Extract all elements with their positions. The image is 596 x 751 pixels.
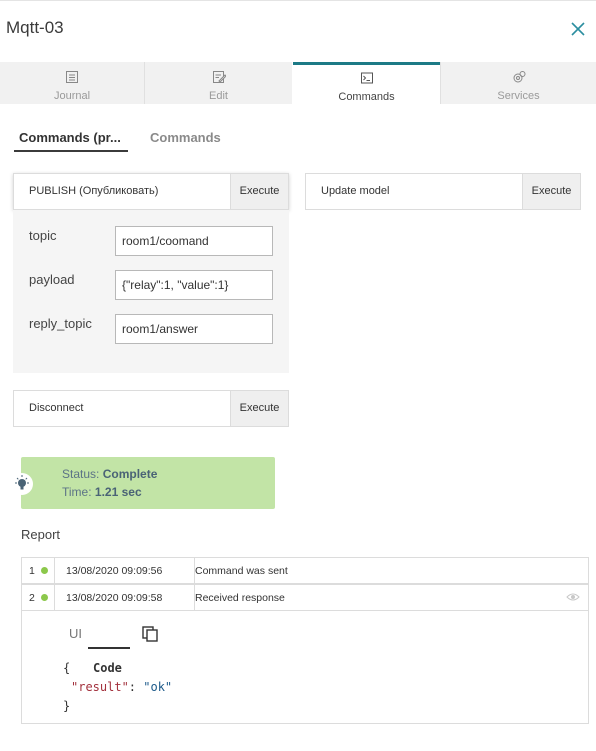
reply-topic-input[interactable]: room1/answer — [115, 314, 273, 344]
code-key: "result" — [71, 680, 129, 694]
row-message: Command was sent — [195, 565, 288, 577]
tab-label: Edit — [209, 90, 228, 102]
tab-services[interactable]: Services — [441, 62, 596, 104]
subtab-underline — [14, 150, 128, 152]
detail-tab-underline — [88, 647, 130, 649]
status-label: Status: — [62, 467, 100, 481]
tab-edit[interactable]: Edit — [145, 62, 292, 104]
journal-icon — [66, 71, 78, 83]
time-label: Time: — [62, 485, 92, 499]
time-value: 1.21 sec — [94, 485, 142, 499]
command-disconnect[interactable]: Disconnect Execute — [13, 390, 289, 427]
execute-button[interactable]: Execute — [522, 174, 580, 209]
row-number: 1 — [22, 558, 55, 583]
row-number: 2 — [22, 585, 55, 610]
command-params-panel: topic room1/coomand payload {"relay":1, … — [13, 210, 289, 373]
command-label: Update model — [321, 185, 390, 197]
row-date: 13/08/2020 09:09:58 — [55, 585, 195, 610]
execute-button[interactable]: Execute — [230, 391, 288, 426]
status-panel: Status: Complete Time: 1.21 sec — [11, 457, 275, 509]
tab-commands[interactable]: Commands — [293, 62, 440, 104]
report-title: Report — [21, 527, 61, 542]
row-date: 13/08/2020 09:09:56 — [55, 558, 195, 583]
command-update-model[interactable]: Update model Execute — [305, 173, 581, 210]
command-label: Disconnect — [29, 402, 84, 414]
bulb-icon — [15, 475, 29, 490]
subtab-commands-pr[interactable]: Commands (pr... — [19, 130, 121, 145]
row-message: Received response — [195, 592, 285, 604]
code-line: "result": "ok" — [63, 678, 172, 697]
tab-bar: Journal Edit Commands Services — [0, 62, 596, 104]
terminal-icon — [360, 72, 373, 84]
copy-icon[interactable] — [141, 625, 159, 643]
response-detail-panel: UI Code { "result": "ok" } — [21, 611, 589, 724]
close-icon[interactable] — [570, 21, 586, 37]
services-icon — [513, 71, 525, 83]
detail-tab-ui[interactable]: UI — [69, 626, 82, 641]
window-title: Mqtt-03 — [6, 18, 64, 37]
code-open: { — [63, 661, 71, 675]
code-value: "ok" — [143, 680, 173, 694]
report-row[interactable]: 2 13/08/2020 09:09:58 Received response — [21, 584, 589, 611]
param-label-reply-topic: reply_topic — [29, 316, 92, 331]
top-border — [0, 0, 596, 1]
status-dot — [41, 594, 48, 601]
param-label-payload: payload — [29, 272, 75, 287]
status-dot — [41, 567, 48, 574]
report-row[interactable]: 1 13/08/2020 09:09:56 Command was sent — [21, 557, 589, 584]
tab-label: Commands — [338, 91, 395, 103]
code-close: } — [63, 699, 71, 713]
topic-input[interactable]: room1/coomand — [115, 226, 273, 256]
subtab-commands[interactable]: Commands — [150, 130, 221, 145]
bulb-icon-wrap — [11, 473, 33, 495]
tab-divider — [440, 62, 441, 104]
tab-label: Journal — [53, 90, 91, 102]
eye-icon[interactable] — [566, 591, 580, 603]
payload-input[interactable]: {"relay":1, "value":1} — [115, 270, 273, 300]
command-publish[interactable]: PUBLISH (Опубликовать) Execute — [13, 173, 289, 210]
status-text: Status: Complete — [62, 467, 157, 481]
param-label-topic: topic — [29, 228, 57, 243]
code-colon: : — [128, 680, 144, 694]
execute-button[interactable]: Execute — [230, 174, 288, 209]
tab-label: Services — [497, 90, 540, 102]
tab-journal[interactable]: Journal — [0, 62, 144, 104]
edit-icon — [212, 71, 226, 83]
command-label: PUBLISH (Опубликовать) — [29, 185, 159, 197]
time-text: Time: 1.21 sec — [62, 485, 142, 499]
code-block: { "result": "ok" } — [63, 659, 172, 716]
status-value: Complete — [102, 467, 158, 481]
